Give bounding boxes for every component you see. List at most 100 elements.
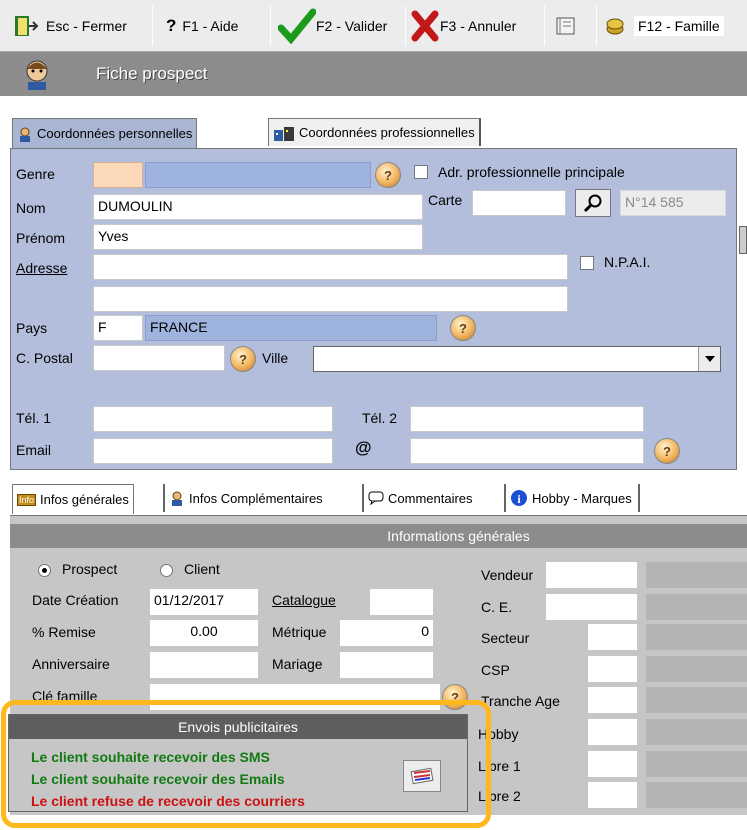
cp-lookup-icon[interactable]: ? xyxy=(230,346,256,372)
tab-coordonnees-professionnelles[interactable]: Coordonnées professionnelles xyxy=(268,118,481,146)
tab-hobby-marques[interactable]: i Hobby - Marques xyxy=(504,484,640,512)
card-number-field: N°14 585 xyxy=(620,190,726,216)
tab-infos-generales[interactable]: Info Infos générales xyxy=(12,484,134,514)
magnifier-icon xyxy=(583,194,602,213)
email-input[interactable] xyxy=(93,438,333,464)
notebook-icon xyxy=(556,17,575,35)
ville-select[interactable] xyxy=(313,346,721,372)
npai-checkbox[interactable] xyxy=(580,256,594,270)
client-label: Client xyxy=(184,561,220,577)
help-button-label: F1 - Aide xyxy=(182,18,239,34)
red-x-icon xyxy=(411,10,439,42)
number-value: 14 585 xyxy=(640,194,684,210)
tab-infos-complementaires[interactable]: Infos Complémentaires xyxy=(163,484,327,512)
close-button[interactable]: Esc - Fermer xyxy=(12,4,127,48)
chevron-down-icon[interactable] xyxy=(698,347,720,371)
tab-label: Hobby - Marques xyxy=(532,490,632,506)
hobby-input[interactable] xyxy=(588,719,637,745)
cp-input[interactable] xyxy=(93,345,225,371)
libre1-input[interactable] xyxy=(588,751,637,777)
mariage-label: Mariage xyxy=(272,656,323,672)
metrique-input[interactable]: 0 xyxy=(340,620,433,646)
help-button[interactable]: ? F1 - Aide xyxy=(166,4,238,48)
libre1-name-field xyxy=(646,751,747,777)
client-radio[interactable] xyxy=(160,564,173,577)
tel1-input[interactable] xyxy=(93,406,333,432)
vendeur-label: Vendeur xyxy=(481,567,534,583)
nom-input[interactable]: DUMOULIN xyxy=(93,194,423,220)
ce-label: C. E. xyxy=(481,599,513,615)
infos-generales-header: Informations générales xyxy=(10,524,747,548)
csp-input[interactable] xyxy=(588,656,637,682)
cp-label: C. Postal xyxy=(16,350,73,366)
email-lookup-icon[interactable]: ? xyxy=(654,438,680,464)
tab-label: Commentaires xyxy=(388,490,473,506)
person-icon xyxy=(172,491,182,506)
prospect-radio[interactable] xyxy=(38,564,51,577)
buildings-icon xyxy=(274,126,294,141)
person-icon xyxy=(20,127,30,142)
tranche-age-input[interactable] xyxy=(588,687,637,713)
vendeur-input[interactable] xyxy=(546,562,637,588)
anniversaire-input[interactable] xyxy=(150,652,258,678)
adr-pro-checkbox[interactable] xyxy=(414,165,428,179)
at-icon: @ xyxy=(355,438,372,457)
notebook-button[interactable] xyxy=(554,4,578,48)
libre2-name-field xyxy=(646,782,747,808)
ce-input[interactable] xyxy=(546,594,637,620)
genre-code-input[interactable] xyxy=(93,162,143,188)
tab-coordonnees-personnelles[interactable]: Coordonnées personnelles xyxy=(12,118,198,148)
carte-label: Carte xyxy=(428,192,463,208)
tab-commentaires[interactable]: Commentaires xyxy=(362,484,477,512)
anniversaire-label: Anniversaire xyxy=(32,656,110,672)
speech-bubble-icon xyxy=(368,491,384,505)
metrique-label: Métrique xyxy=(272,624,327,640)
adresse-label: Adresse xyxy=(16,260,68,276)
info-icon: Info xyxy=(17,493,37,506)
csp-name-field xyxy=(646,656,747,682)
npai-label: N.P.A.I. xyxy=(604,254,651,270)
ville-label: Ville xyxy=(262,350,289,366)
remise-label: % Remise xyxy=(32,624,96,640)
toolbar: Esc - Fermer ? F1 - Aide F2 - Valider F3… xyxy=(0,0,747,52)
tab-label: Infos Complémentaires xyxy=(189,490,323,506)
side-scroll-handle[interactable] xyxy=(739,226,747,254)
adresse-line2-input[interactable] xyxy=(93,286,568,312)
gold-coins-icon xyxy=(606,18,624,35)
remise-input[interactable]: 0.00 xyxy=(150,620,258,646)
libre2-input[interactable] xyxy=(588,782,637,808)
carte-input[interactable] xyxy=(472,190,566,216)
adresse-line1-input[interactable] xyxy=(93,254,568,280)
pays-code-input[interactable]: F xyxy=(93,315,143,341)
mariage-input[interactable] xyxy=(340,652,433,678)
prenom-input[interactable]: Yves xyxy=(93,224,423,250)
pays-lookup-icon[interactable]: ? xyxy=(450,315,476,341)
search-card-button[interactable] xyxy=(575,189,611,217)
prospect-label: Prospect xyxy=(62,561,118,577)
genre-name-field xyxy=(145,162,371,188)
adr-pro-label: Adr. professionnelle principale xyxy=(438,164,625,180)
hobby-name-field xyxy=(646,719,747,745)
date-creation-input[interactable]: 01/12/2017 xyxy=(150,589,258,615)
validate-button-label: F2 - Valider xyxy=(316,18,388,34)
tel1-label: Tél. 1 xyxy=(16,410,52,426)
cancel-button[interactable]: F3 - Annuler xyxy=(410,4,516,48)
tel2-input[interactable] xyxy=(410,406,644,432)
pays-label: Pays xyxy=(16,320,48,336)
secteur-input[interactable] xyxy=(588,624,637,650)
checkmark-icon xyxy=(278,8,316,44)
email2-input[interactable] xyxy=(410,438,644,464)
window-titlebar: Fiche prospect xyxy=(0,52,747,96)
date-creation-label: Date Création xyxy=(32,592,119,608)
validate-button[interactable]: F2 - Valider xyxy=(278,4,387,48)
envois-highlight-frame xyxy=(1,700,491,828)
number-prefix: N° xyxy=(625,194,641,210)
catalogue-input[interactable] xyxy=(370,589,433,615)
secteur-label: Secteur xyxy=(481,630,530,646)
cancel-button-label: F3 - Annuler xyxy=(440,18,517,34)
family-button[interactable]: F12 - Famille xyxy=(604,4,724,48)
page-title: Fiche prospect xyxy=(96,64,208,83)
tab-label: Coordonnées personnelles xyxy=(37,126,193,141)
tab-label: Infos générales xyxy=(40,492,129,507)
genre-lookup-icon[interactable]: ? xyxy=(375,162,401,188)
